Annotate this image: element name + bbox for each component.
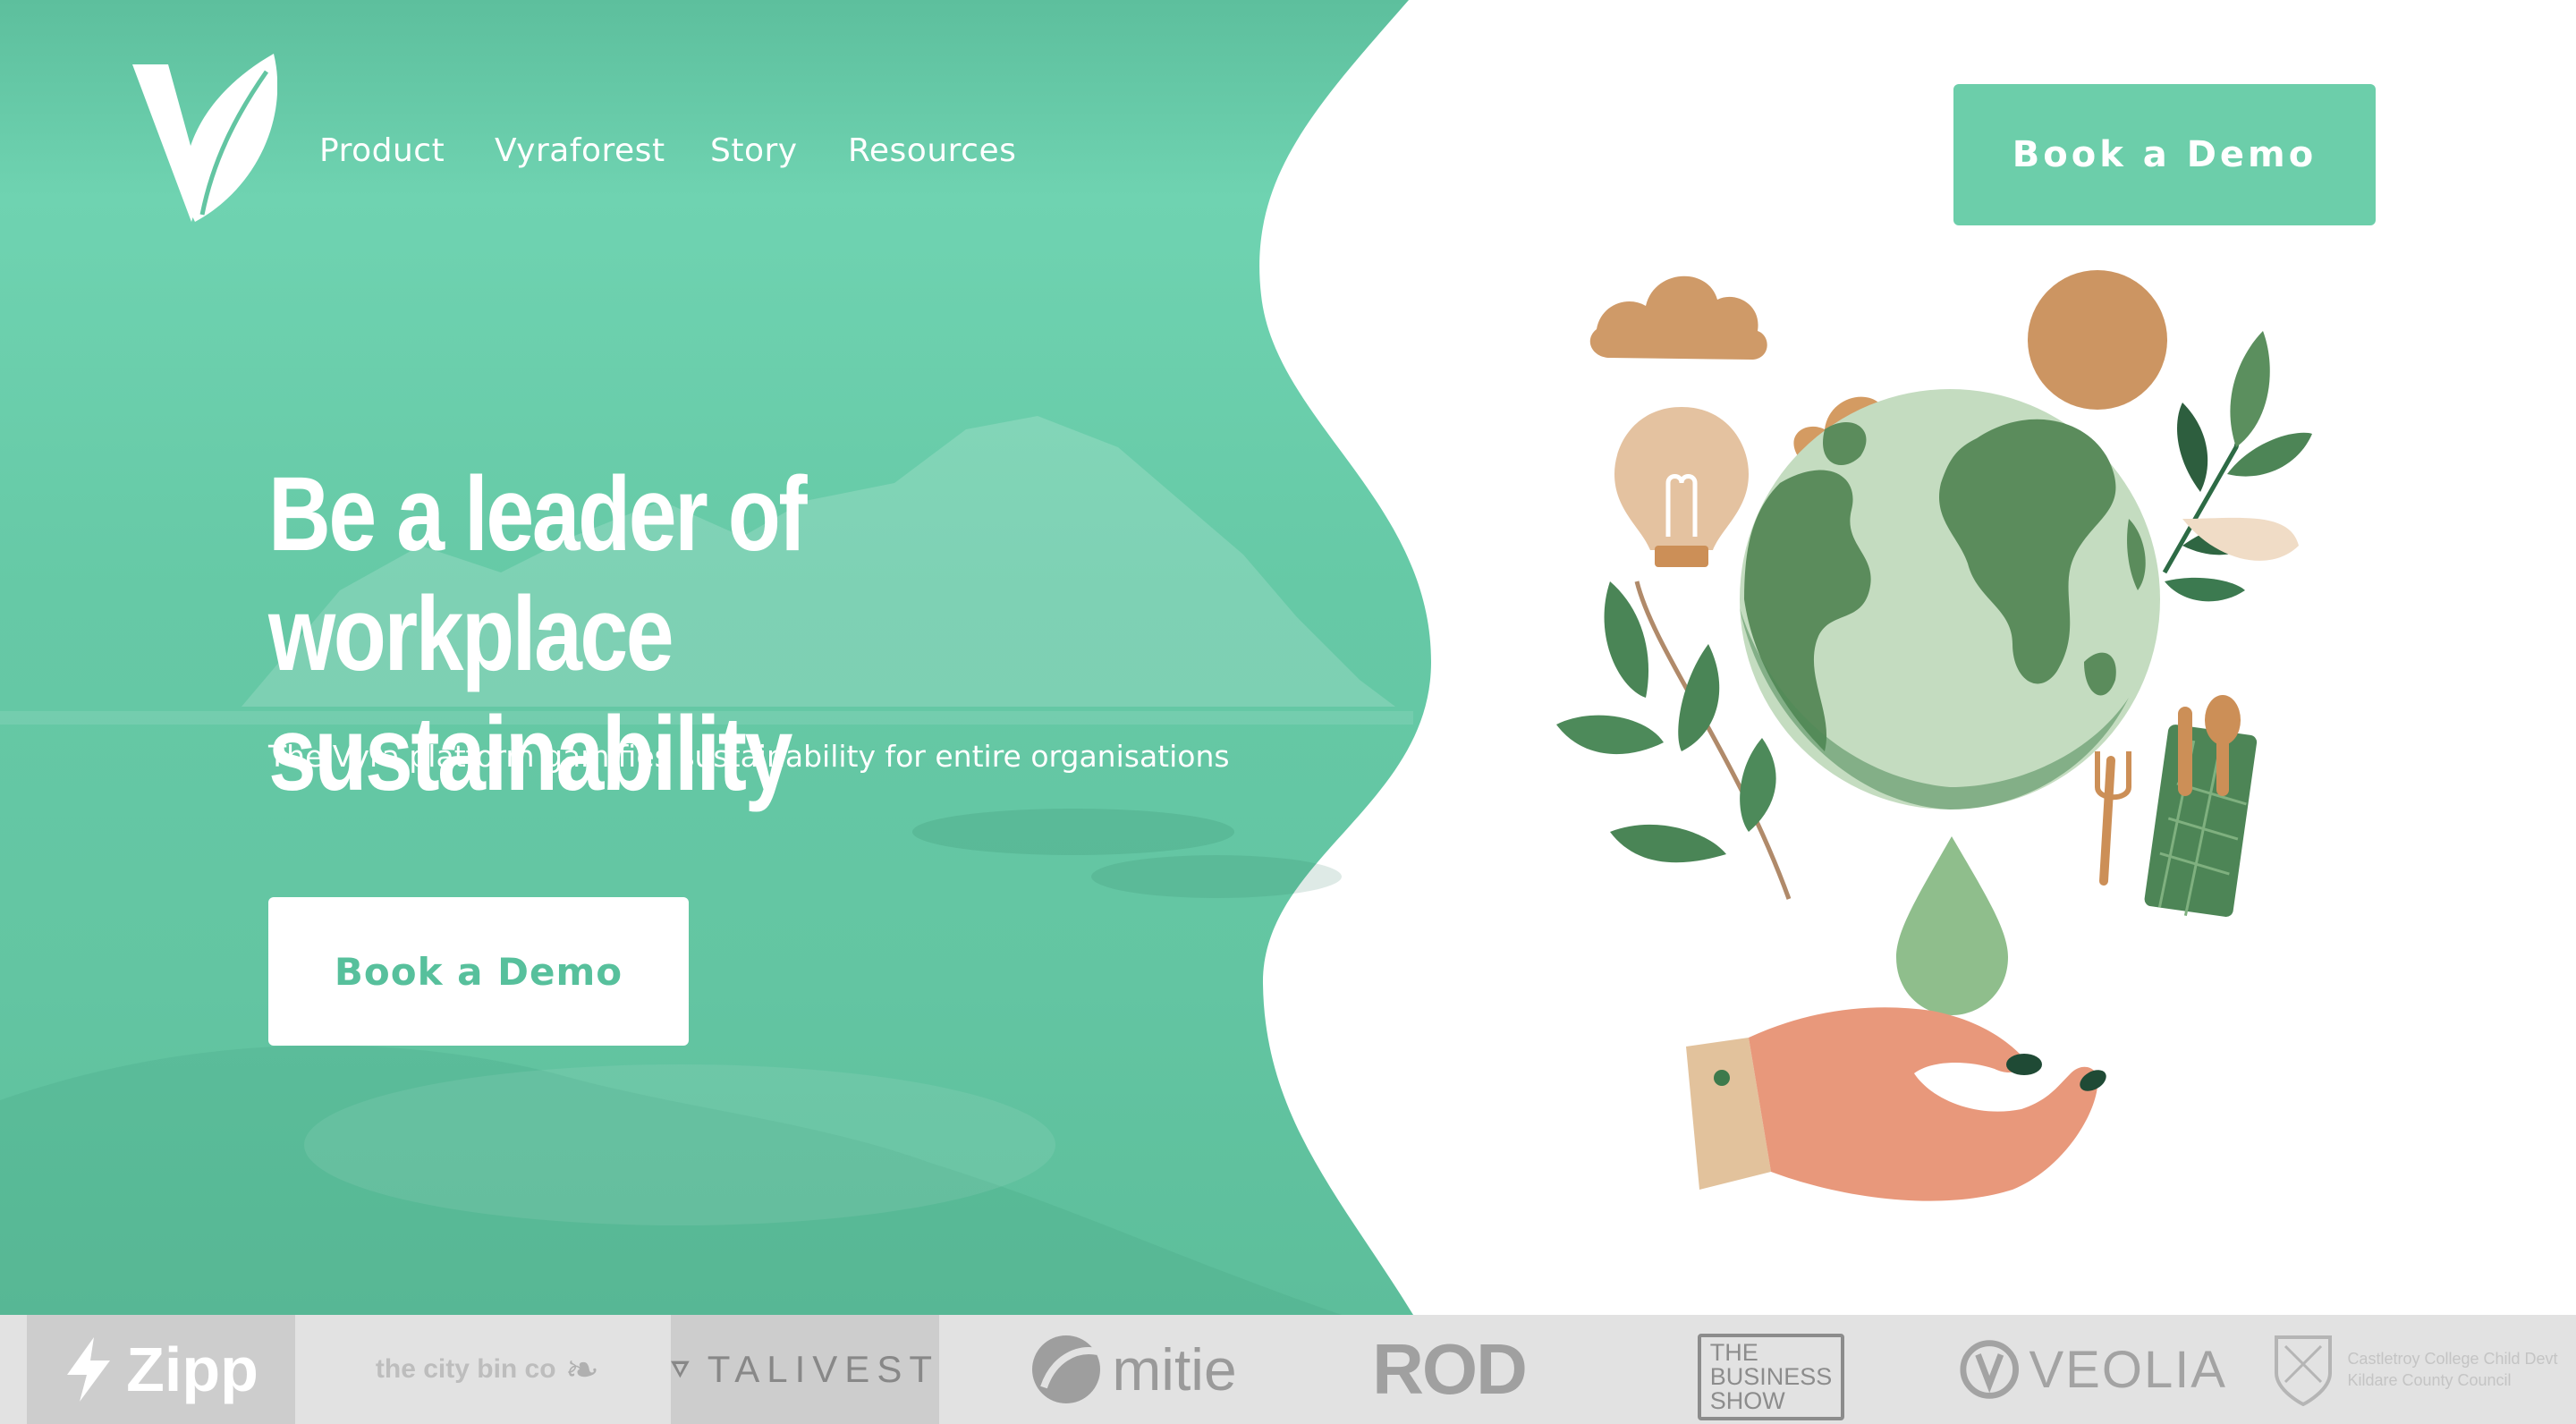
globe-illustration (1740, 389, 2160, 809)
partner-name-rod: ROD (1372, 1329, 1528, 1409)
sun-icon (2028, 270, 2167, 410)
talivest-mark-icon (671, 1360, 690, 1378)
cloud-icon (1589, 275, 1767, 360)
partner-logo-talivest: TALIVEST (671, 1315, 939, 1424)
bolt-icon (67, 1337, 111, 1402)
nav-product[interactable]: Product (319, 132, 445, 169)
partner-name-citybin: the city bin co (375, 1354, 556, 1384)
partner-name-council-2: Kildare County Council (2347, 1371, 2512, 1389)
partner-name-zipp: Zipp (126, 1335, 258, 1404)
partner-name-veolia: VEOLIA (2029, 1340, 2227, 1399)
nav-vyraforest[interactable]: Vyraforest (495, 132, 665, 169)
partner-logo-rod: ROD (1333, 1315, 1565, 1424)
partner-name-bs-1: THE (1709, 1338, 1758, 1366)
sustainability-illustration (1556, 270, 2312, 1201)
nav-resources[interactable]: Resources (848, 132, 1016, 169)
partner-name-bs-2: BUSINESS (1709, 1362, 1833, 1390)
book-demo-header-button[interactable]: Book a Demo (1953, 84, 2376, 225)
nav-story[interactable]: Story (710, 132, 798, 169)
cutlery-pouch-icon (2144, 695, 2258, 917)
bird-icon: ❧ (564, 1346, 600, 1393)
hand-icon (1686, 1007, 2106, 1201)
water-drop-icon (1896, 836, 2008, 1015)
leaf-branch-icon (2162, 331, 2312, 602)
partner-name-mitie: mitie (1112, 1336, 1237, 1403)
partner-name-talivest: TALIVEST (707, 1348, 939, 1390)
vyra-leaf-logo[interactable] (132, 54, 277, 227)
partner-logo-council: Castletroy College Child Devt Kildare Co… (2272, 1315, 2558, 1424)
hero-subheadline: The Vyra platform gamifies sustainabilit… (268, 739, 1230, 774)
partner-logo-zipp: Zipp (27, 1315, 295, 1424)
mitie-mark-icon (1032, 1335, 1101, 1403)
partner-logo-strip: Zipp the city bin co ❧ TALIVEST mitie RO… (0, 1315, 2576, 1424)
partner-logo-business-show: THE BUSINESS SHOW (1690, 1315, 1852, 1424)
partner-name-council-1: Castletroy College Child Devt (2347, 1350, 2558, 1368)
partner-logo-citybin: the city bin co ❧ (340, 1315, 635, 1424)
veolia-mark-icon (1960, 1340, 2019, 1399)
hero-headline-line1: Be a leader of workplace (268, 455, 808, 693)
council-name: Castletroy College Child Devt Kildare Co… (2347, 1348, 2557, 1391)
partner-logo-veolia: VEOLIA (1959, 1315, 2227, 1424)
partner-name-bs-3: SHOW (1709, 1386, 1785, 1414)
crest-icon (2275, 1335, 2333, 1406)
fork-icon (2095, 751, 2131, 886)
book-demo-hero-button[interactable]: Book a Demo (268, 897, 689, 1046)
partner-logo-mitie: mitie (1002, 1315, 1261, 1424)
lightbulb-icon (1614, 407, 1749, 567)
business-show-box: THE BUSINESS SHOW (1697, 1333, 1845, 1420)
